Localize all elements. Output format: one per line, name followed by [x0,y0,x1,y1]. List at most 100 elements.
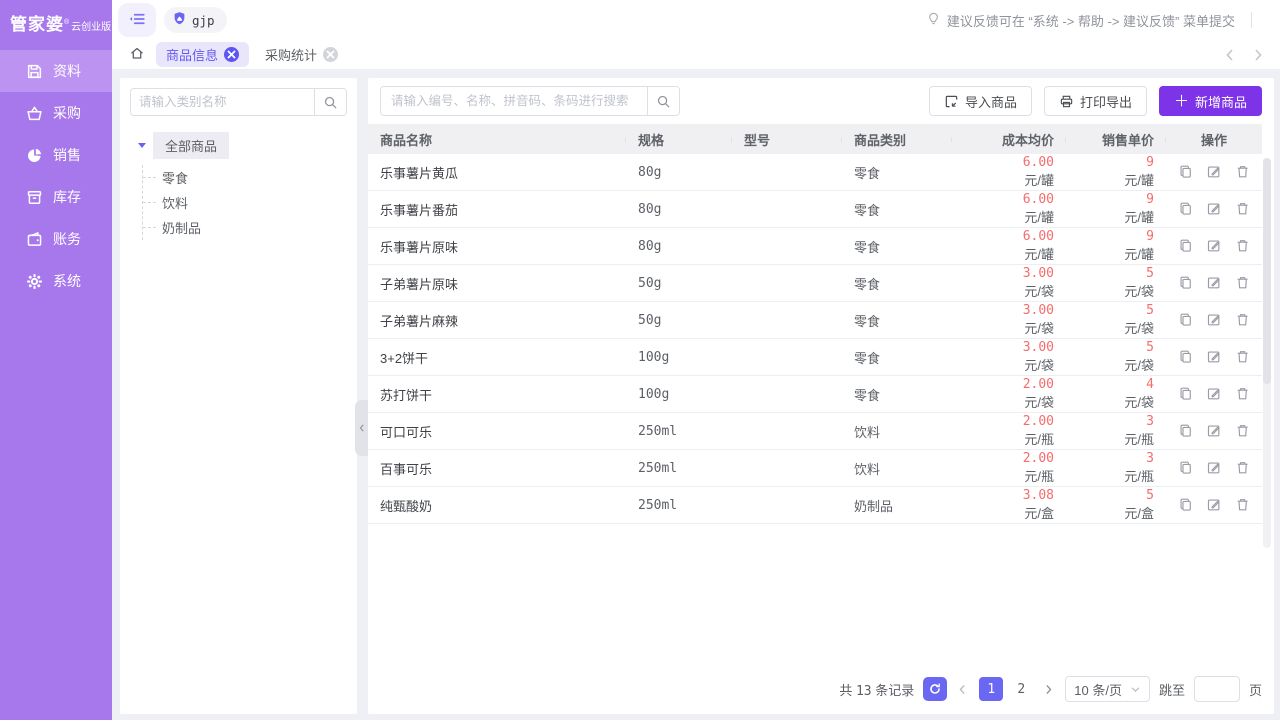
cell-price: 5元/袋 [1066,340,1166,374]
refresh-button[interactable] [923,677,947,701]
delete-icon[interactable] [1235,460,1250,476]
copy-icon[interactable] [1178,460,1193,476]
page-number-2[interactable]: 2 [1009,677,1033,701]
delete-icon[interactable] [1235,349,1250,365]
copy-icon[interactable] [1178,349,1193,365]
tab-1[interactable]: 商品信息 [156,42,249,67]
delete-icon[interactable] [1235,275,1250,291]
company-badge[interactable]: gjp [164,7,227,33]
tab-2[interactable]: 采购统计 [255,42,348,67]
tree-node-all-products[interactable]: 全部商品 [130,132,347,159]
lightbulb-icon [926,11,941,29]
printer-icon [1059,94,1074,109]
scroll-tabs-left-icon[interactable] [1222,47,1238,63]
page-size-select[interactable]: 10 条/页 [1065,676,1150,702]
print-export-button[interactable]: 打印导出 [1044,86,1147,116]
product-search-input[interactable] [381,87,647,115]
edit-icon[interactable] [1206,164,1221,180]
cell-cost: 2.00元/瓶 [952,414,1066,448]
cell-price: 9元/罐 [1066,192,1166,226]
cell-operations [1166,201,1262,217]
next-page-icon[interactable] [1042,682,1056,696]
edit-icon[interactable] [1206,497,1221,513]
cell-category: 饮料 [842,422,952,441]
category-search-button[interactable] [314,89,346,115]
close-icon[interactable] [224,47,239,62]
copy-icon[interactable] [1178,238,1193,254]
product-search-button[interactable] [647,87,679,115]
prev-page-icon[interactable] [956,682,970,696]
close-icon[interactable] [323,47,338,62]
sidebar: 管家婆®云创业版 资料采购销售库存账务系统 [0,0,112,720]
delete-icon[interactable] [1235,201,1250,217]
copy-icon[interactable] [1178,386,1193,402]
table-row[interactable]: 3+2饼干100g零食3.00元/袋5元/袋 [368,339,1262,376]
delete-icon[interactable] [1235,164,1250,180]
tree-node-child[interactable]: 零食 [143,165,347,190]
delete-icon[interactable] [1235,312,1250,328]
page-number-1[interactable]: 1 [979,677,1003,701]
vertical-scrollbar[interactable] [1263,158,1271,548]
sidebar-item-purchase[interactable]: 采购 [0,92,112,134]
delete-icon[interactable] [1235,386,1250,402]
table-row[interactable]: 乐事薯片番茄80g零食6.00元/罐9元/罐 [368,191,1262,228]
edit-icon[interactable] [1206,238,1221,254]
table-row[interactable]: 乐事薯片黄瓜80g零食6.00元/罐9元/罐 [368,154,1262,191]
table-row[interactable]: 可口可乐250ml饮料2.00元/瓶3元/瓶 [368,413,1262,450]
delete-icon[interactable] [1235,497,1250,513]
jump-page-input[interactable] [1194,676,1240,702]
tip-text: 建议反馈可在 “系统 -> 帮助 -> 建议反馈” 菜单提交 [947,11,1235,30]
scroll-tabs-right-icon[interactable] [1250,47,1266,63]
table-row[interactable]: 子弟薯片原味50g零食3.00元/袋5元/袋 [368,265,1262,302]
add-product-button[interactable]: ＋ 新增商品 [1159,86,1262,116]
copy-icon[interactable] [1178,201,1193,217]
table-row[interactable]: 乐事薯片原味80g零食6.00元/罐9元/罐 [368,228,1262,265]
category-search-input[interactable] [131,89,314,115]
collapse-menu-button[interactable] [118,3,156,37]
cell-spec: 100g [626,350,732,365]
sidebar-item-data[interactable]: 资料 [0,50,112,92]
cell-name: 3+2饼干 [368,348,626,367]
edit-icon[interactable] [1206,275,1221,291]
cell-spec: 50g [626,276,732,291]
tree-node-child[interactable]: 奶制品 [143,215,347,240]
sidebar-item-inventory[interactable]: 库存 [0,176,112,218]
sidebar-item-system[interactable]: 系统 [0,260,112,302]
edit-icon[interactable] [1206,460,1221,476]
delete-icon[interactable] [1235,423,1250,439]
edit-icon[interactable] [1206,386,1221,402]
cell-cost: 6.00元/罐 [952,229,1066,263]
import-products-button[interactable]: 导入商品 [929,86,1032,116]
page-unit-label: 页 [1249,680,1262,699]
caret-down-icon[interactable] [138,143,146,148]
table-row[interactable]: 纯甄酸奶250ml奶制品3.08元/盒5元/盒 [368,487,1262,524]
box-icon [26,189,43,206]
copy-icon[interactable] [1178,423,1193,439]
table-row[interactable]: 苏打饼干100g零食2.00元/袋4元/袋 [368,376,1262,413]
home-button[interactable] [126,44,148,66]
edit-icon[interactable] [1206,423,1221,439]
edit-icon[interactable] [1206,201,1221,217]
collapse-tree-handle[interactable] [355,400,368,456]
col-header-cost: 成本均价 [952,130,1066,149]
tree-child-label: 零食 [162,168,188,187]
sidebar-item-finance[interactable]: 账务 [0,218,112,260]
copy-icon[interactable] [1178,275,1193,291]
copy-icon[interactable] [1178,497,1193,513]
home-icon [129,45,145,64]
tree-node-child[interactable]: 饮料 [143,190,347,215]
sidebar-item-sales[interactable]: 销售 [0,134,112,176]
cell-cost: 6.00元/罐 [952,155,1066,189]
cell-category: 零食 [842,163,952,182]
table-row[interactable]: 子弟薯片麻辣50g零食3.00元/袋5元/袋 [368,302,1262,339]
edit-icon[interactable] [1206,349,1221,365]
scrollbar-thumb[interactable] [1263,158,1271,384]
cell-spec: 80g [626,202,732,217]
edit-icon[interactable] [1206,312,1221,328]
cell-cost: 6.00元/罐 [952,192,1066,226]
copy-icon[interactable] [1178,312,1193,328]
copy-icon[interactable] [1178,164,1193,180]
table-row[interactable]: 百事可乐250ml饮料2.00元/瓶3元/瓶 [368,450,1262,487]
cell-name: 乐事薯片番茄 [368,200,626,219]
delete-icon[interactable] [1235,238,1250,254]
